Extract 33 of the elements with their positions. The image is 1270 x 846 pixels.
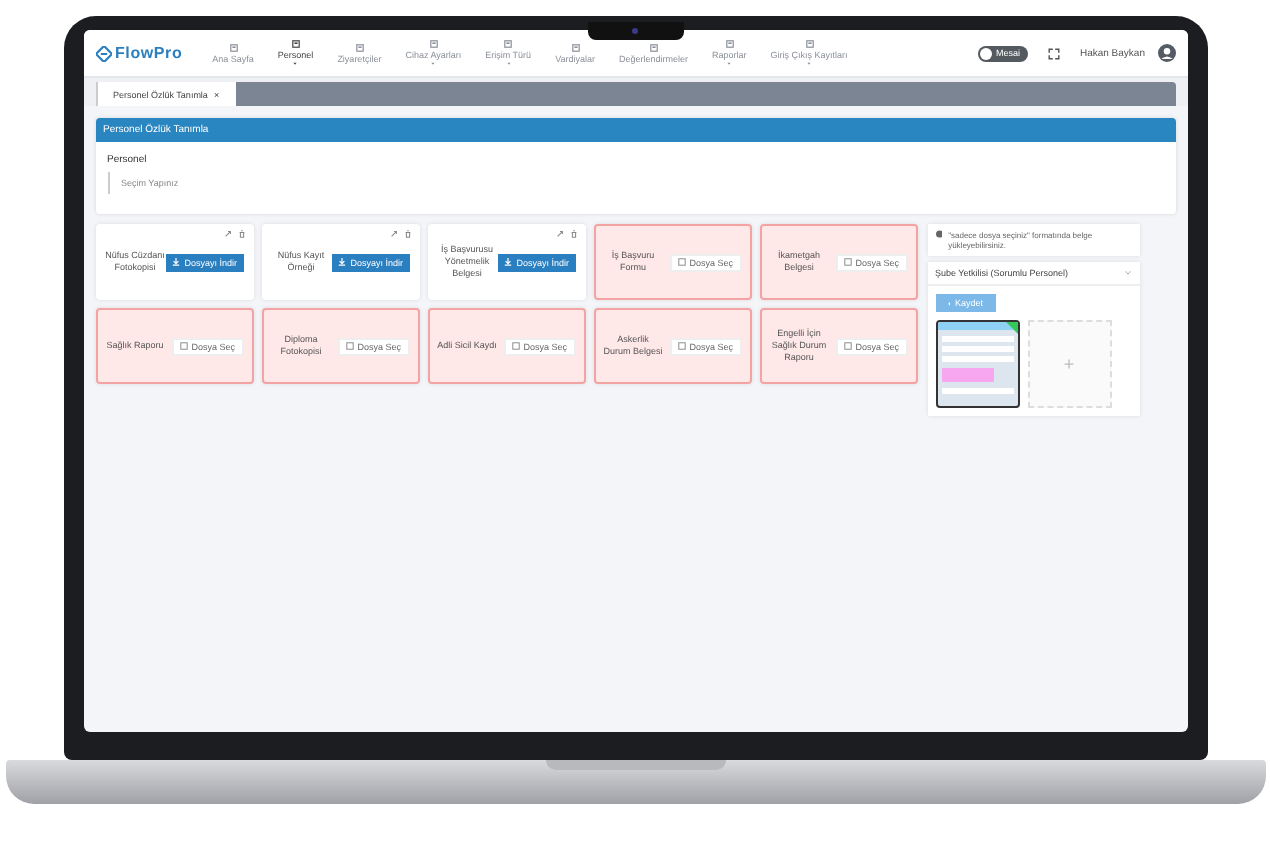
page-icon <box>355 43 364 51</box>
file-icon <box>843 342 852 350</box>
file-icon <box>345 342 354 350</box>
camera-notch <box>587 22 683 40</box>
download-icon <box>172 258 181 266</box>
page-icon <box>571 43 580 51</box>
page-icon <box>725 40 734 48</box>
brand-name: FlowPro <box>115 44 183 62</box>
page-icon <box>291 40 300 48</box>
page-icon <box>229 43 238 51</box>
page-icon <box>504 40 513 48</box>
document-thumbnail[interactable] <box>935 320 1019 409</box>
link-icon <box>223 230 231 238</box>
file-icon <box>179 342 188 350</box>
download-icon <box>504 258 513 266</box>
trash-icon <box>403 230 411 238</box>
page-icon <box>805 40 814 48</box>
trash-icon <box>237 230 245 238</box>
fullscreen-icon <box>1047 47 1060 59</box>
page-icon <box>429 40 438 48</box>
logo-icon <box>95 45 111 61</box>
page-icon <box>649 43 658 51</box>
info-icon <box>935 230 943 238</box>
chevron-icon <box>1123 270 1131 277</box>
link-icon <box>389 230 397 238</box>
file-icon <box>677 258 686 266</box>
file-icon <box>843 258 852 266</box>
trash-icon <box>569 230 577 238</box>
file-icon <box>511 342 520 350</box>
file-icon <box>677 342 686 350</box>
download-icon <box>338 258 347 266</box>
avatar-icon <box>1157 44 1175 62</box>
link-icon <box>555 230 563 238</box>
